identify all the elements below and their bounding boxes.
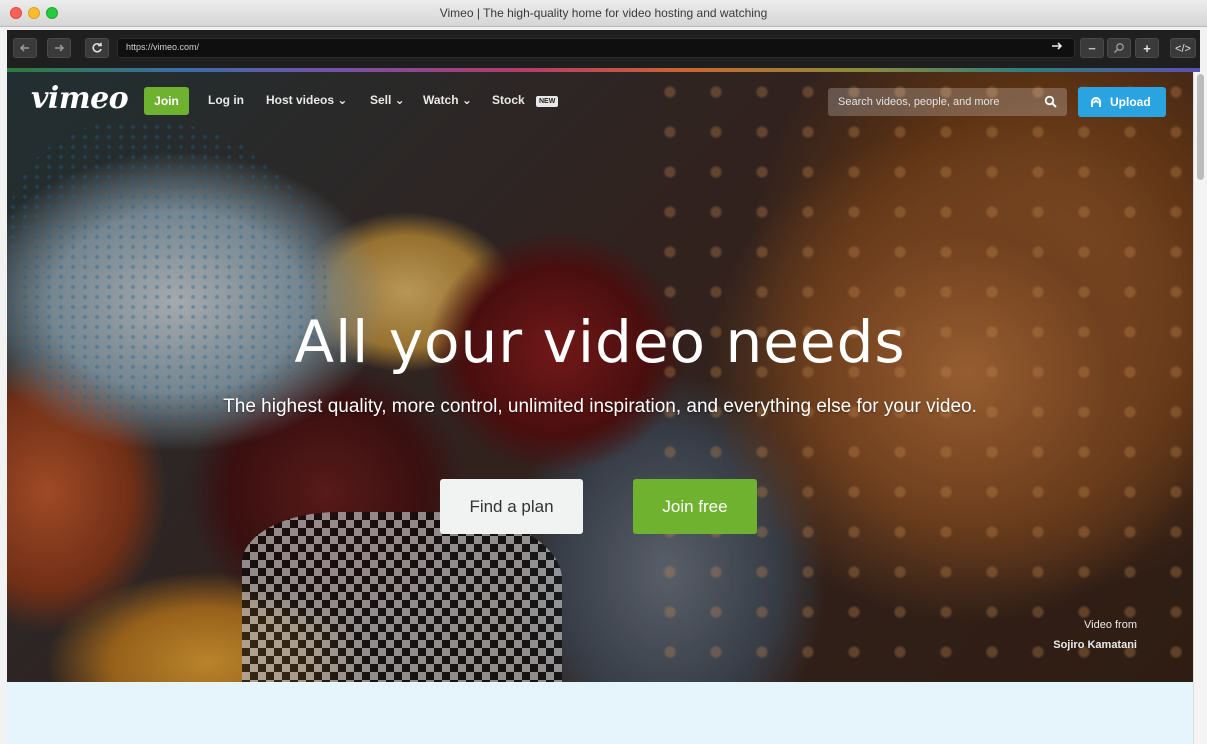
address-bar[interactable]: https://vimeo.com/ [117,38,1075,58]
video-credit-label: Video from [1084,619,1137,631]
nav-watch-menu[interactable]: Watch ⌄ [423,93,472,107]
arrow-left-icon [19,44,29,52]
top-nav: vimeo Join Log in Host videos ⌄ Sell ⌄ W… [7,72,1193,132]
search-placeholder: Search videos, people, and more [838,96,1000,108]
hero-background-texture [647,72,1193,682]
hero-background-pattern [242,512,562,682]
video-credit: Video from Sojiro Kamatani [1053,615,1137,655]
hero-headline: All your video needs [294,308,906,376]
search-icon[interactable] [1044,95,1058,109]
go-button[interactable] [1051,39,1063,55]
zoom-in-button[interactable]: + [1135,38,1159,58]
vimeo-logo[interactable]: vimeo [31,81,129,116]
nav-host-videos-menu[interactable]: Host videos ⌄ [266,93,347,107]
hero-section [7,72,1193,682]
reload-button[interactable] [85,38,109,58]
hero-subheadline: The highest quality, more control, unlim… [223,396,977,417]
video-credit-author[interactable]: Sojiro Kamatani [1053,635,1137,655]
find-a-plan-button[interactable]: Find a plan [440,479,583,534]
back-button[interactable] [13,38,37,58]
reload-icon [92,42,102,53]
page-scrollbar[interactable] [1193,72,1207,744]
magnifier-icon [1113,43,1124,54]
page-content: vimeo Join Log in Host videos ⌄ Sell ⌄ W… [7,72,1193,744]
upload-icon [1091,97,1101,107]
search-input[interactable]: Search videos, people, and more [828,88,1067,116]
upload-label: Upload [1110,95,1151,109]
browser-window: Vimeo | The high-quality home for video … [0,0,1207,744]
nav-login-link[interactable]: Log in [208,93,244,107]
forward-button[interactable] [47,38,71,58]
devtools-button[interactable]: </> [1170,38,1196,58]
window-title: Vimeo | The high-quality home for video … [439,6,768,20]
zoom-reset-button[interactable] [1107,38,1131,58]
browser-toolbar: https://vimeo.com/ − + </> [7,30,1200,68]
hero-background-shape [7,122,327,422]
nav-sell-menu[interactable]: Sell ⌄ [370,93,405,107]
join-button[interactable]: Join [144,87,189,115]
zoom-out-button[interactable]: − [1080,38,1104,58]
title-bar: Vimeo | The high-quality home for video … [0,0,1207,27]
new-badge: NEW [536,96,559,107]
arrow-right-icon [1052,42,1063,50]
url-text: https://vimeo.com/ [126,42,200,52]
scrollbar-thumb[interactable] [1197,74,1204,180]
join-free-button[interactable]: Join free [633,479,757,534]
upload-button[interactable]: Upload [1078,87,1166,117]
nav-stock-link[interactable]: Stock [492,93,525,107]
arrow-right-icon [55,44,65,52]
